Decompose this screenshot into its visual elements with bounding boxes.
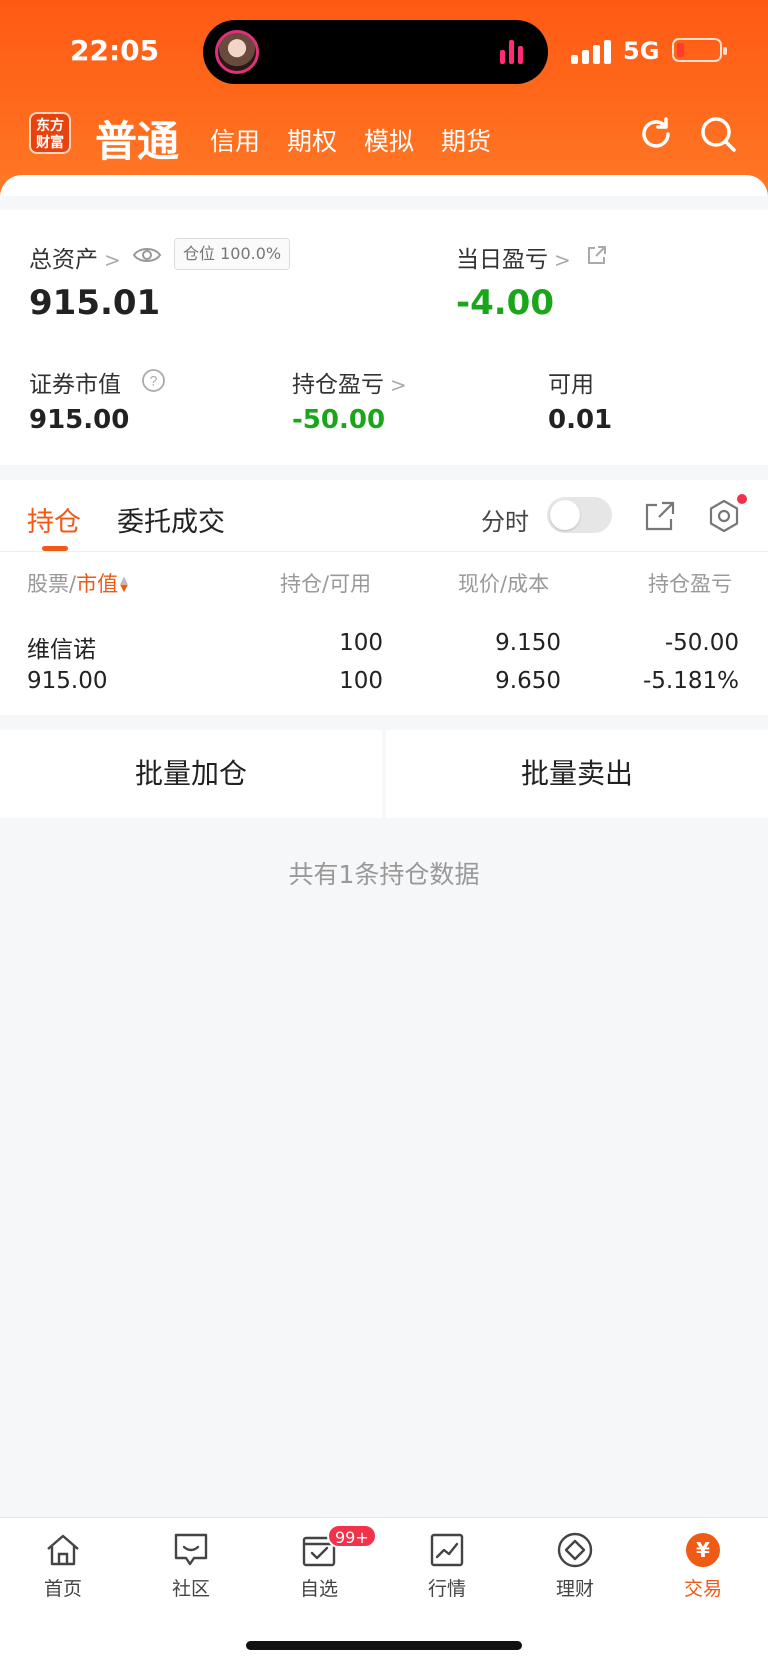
- card-divider: [0, 196, 768, 210]
- batch-sell-button[interactable]: 批量卖出: [386, 730, 768, 818]
- cost-price: 9.650: [495, 668, 561, 694]
- tab-futures[interactable]: 期货: [441, 122, 491, 158]
- share-external-icon[interactable]: [586, 244, 608, 266]
- holdings-panel: 持仓 委托成交 分时 股票/市值 ▲ ▼ 持仓/可用 现价/成本 持仓盈亏 维信诺 …: [0, 480, 768, 715]
- holding-pl-label[interactable]: 持仓盈亏 >: [292, 365, 407, 399]
- daily-pl-value: -4.00: [456, 283, 554, 323]
- holdings-count-text: 共有1条持仓数据: [288, 860, 480, 889]
- yen-coin-icon: ¥: [686, 1533, 720, 1567]
- help-icon[interactable]: ?: [141, 368, 166, 393]
- account-tabs: 信用 期权 模拟 期货: [210, 122, 491, 158]
- column-price-cost: 现价/成本: [458, 572, 550, 596]
- svg-text:¥: ¥: [696, 1538, 710, 1562]
- battery-icon: [672, 38, 727, 62]
- refresh-icon[interactable]: [636, 114, 676, 154]
- total-assets-label[interactable]: 总资产 >: [29, 240, 121, 274]
- home-icon: [47, 1534, 79, 1566]
- batch-add-button[interactable]: 批量加仓: [0, 730, 382, 818]
- app-logo: 东方 财富: [29, 112, 71, 154]
- watchlist-badge: 99+: [327, 1524, 377, 1548]
- home-indicator: [246, 1641, 522, 1650]
- chevron-right-icon: >: [390, 373, 407, 397]
- column-holding-pl: 持仓盈亏: [648, 572, 732, 596]
- nav-market[interactable]: 行情: [397, 1530, 497, 1601]
- available-qty: 100: [339, 668, 383, 694]
- settings-notification-dot: [737, 494, 747, 504]
- position-qty: 100: [339, 630, 383, 656]
- position-ratio-badge: 仓位 100.0%: [174, 238, 291, 270]
- divider: [0, 551, 768, 552]
- svg-text:?: ?: [150, 373, 158, 389]
- tab-simulated[interactable]: 模拟: [364, 122, 414, 158]
- wealth-icon: [557, 1532, 593, 1568]
- dynamic-island[interactable]: [203, 20, 548, 84]
- tab-credit[interactable]: 信用: [210, 122, 260, 158]
- tab-positions[interactable]: 持仓: [27, 500, 81, 539]
- available-value: 0.01: [548, 405, 613, 435]
- sort-icon: ▲ ▼: [120, 575, 128, 594]
- daily-pl-label[interactable]: 当日盈亏 >: [456, 240, 571, 274]
- nav-trade[interactable]: ¥ 交易: [653, 1530, 753, 1601]
- timeshare-toggle[interactable]: [547, 497, 612, 533]
- holding-pl-percent: -5.181%: [643, 668, 739, 694]
- chat-icon: [174, 1533, 208, 1566]
- chevron-right-icon: >: [554, 248, 571, 272]
- settings-icon[interactable]: [706, 498, 742, 534]
- holding-pl: -50.00: [664, 630, 739, 656]
- asset-summary: 总资产 > 仓位 100.0% 915.01 当日盈亏 > -4.00 证券市值 ?…: [0, 210, 768, 465]
- share-icon[interactable]: [644, 500, 676, 532]
- eye-icon[interactable]: [132, 244, 162, 266]
- stock-market-value: 915.00: [27, 668, 108, 694]
- chart-icon: [430, 1533, 464, 1567]
- status-time: 22:05: [70, 34, 160, 67]
- network-type: 5G: [623, 37, 660, 65]
- audio-equalizer-icon: [500, 40, 526, 64]
- nav-home[interactable]: 首页: [13, 1530, 113, 1601]
- column-position-available: 持仓/可用: [280, 572, 372, 596]
- nav-wealth[interactable]: 理财: [525, 1530, 625, 1601]
- header: 22:05 5G 东方 财富 普通 信用 期权 模拟 期货: [0, 0, 768, 200]
- column-stock-marketvalue[interactable]: 股票/市值 ▲ ▼: [27, 568, 128, 598]
- now-playing-avatar: [215, 30, 259, 74]
- signal-icon: [571, 40, 613, 64]
- tab-normal[interactable]: 普通: [95, 108, 179, 169]
- search-icon[interactable]: [698, 114, 738, 154]
- current-price: 9.150: [495, 630, 561, 656]
- nav-community[interactable]: 社区: [141, 1530, 241, 1601]
- total-assets-value: 915.01: [29, 283, 161, 323]
- holding-pl-value: -50.00: [292, 405, 386, 435]
- chevron-right-icon: >: [104, 248, 121, 272]
- market-value: 915.00: [29, 405, 130, 435]
- tab-options[interactable]: 期权: [287, 122, 337, 158]
- timeshare-label: 分时: [481, 508, 529, 536]
- available-label: 可用: [548, 372, 594, 398]
- tab-orders[interactable]: 委托成交: [117, 500, 225, 539]
- stock-name: 维信诺: [27, 637, 96, 663]
- market-value-label: 证券市值: [29, 372, 121, 398]
